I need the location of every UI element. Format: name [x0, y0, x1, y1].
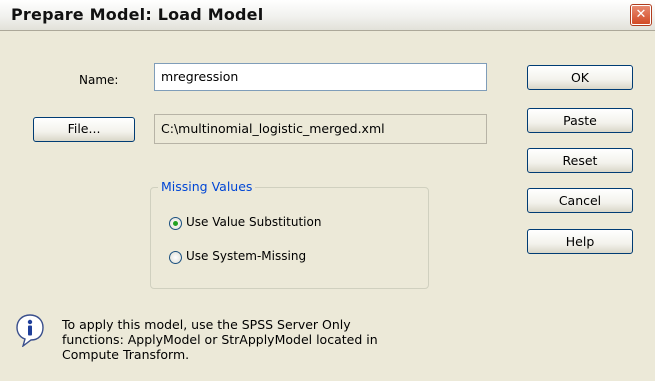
file-path-field: C:\multinomial_logistic_merged.xml: [154, 114, 487, 144]
radio-system-missing-label[interactable]: Use System-Missing: [186, 249, 306, 263]
info-icon: [16, 314, 44, 347]
radio-value-substitution[interactable]: [169, 217, 182, 230]
info-line: To apply this model, use the SPSS Server…: [62, 317, 351, 332]
name-input[interactable]: mregression: [154, 63, 487, 91]
reset-button[interactable]: Reset: [527, 148, 633, 173]
close-icon[interactable]: ✕: [630, 4, 652, 26]
info-message: To apply this model, use the SPSS Server…: [62, 317, 378, 362]
info-line: Compute Transform.: [62, 347, 190, 362]
info-line: functions: ApplyModel or StrApplyModel l…: [62, 332, 378, 347]
radio-value-substitution-label[interactable]: Use Value Substitution: [186, 215, 321, 229]
help-button[interactable]: Help: [527, 229, 633, 254]
title-bar: Prepare Model: Load Model ✕: [0, 0, 655, 31]
radio-system-missing[interactable]: [169, 251, 182, 264]
paste-button[interactable]: Paste: [527, 108, 633, 133]
missing-values-title: Missing Values: [158, 179, 256, 194]
name-label: Name:: [79, 73, 119, 87]
ok-button[interactable]: OK: [527, 65, 633, 90]
window-title: Prepare Model: Load Model: [11, 5, 264, 24]
file-button[interactable]: File...: [33, 117, 135, 142]
radio-selected-dot: [173, 221, 178, 226]
cancel-button[interactable]: Cancel: [527, 188, 633, 213]
missing-values-group: [150, 187, 429, 289]
